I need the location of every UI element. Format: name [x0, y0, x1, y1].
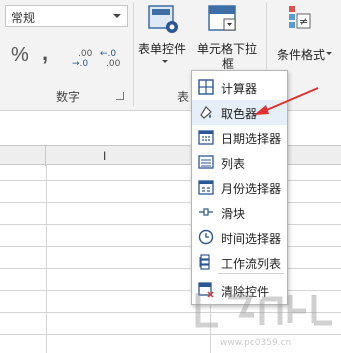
ribbon-separator [133, 2, 134, 106]
chevron-down-icon [113, 14, 121, 18]
number-dialog-launcher-icon[interactable] [116, 92, 124, 100]
workflow-list-icon [199, 254, 210, 270]
menu-item-label: 日期选择器 [221, 132, 282, 146]
comma-format-button[interactable]: , [42, 40, 48, 66]
menu-item-list[interactable]: 列表 [192, 150, 287, 175]
svg-text:→.0: →.0 [72, 59, 88, 69]
date-picker-icon [198, 130, 214, 145]
svg-text:www.pc0359.cn: www.pc0359.cn [220, 338, 291, 348]
conditional-format-icon: ≠ [289, 6, 311, 29]
time-picker-icon [198, 229, 214, 245]
grid-line [46, 165, 47, 353]
number-format-select[interactable]: 常规 [5, 5, 128, 27]
svg-text:←.0: ←.0 [100, 49, 116, 59]
menu-item-month-picker[interactable]: 月份选择器 [192, 175, 287, 200]
list-icon [198, 155, 214, 169]
increase-decimal-icon: .00 →.0 [72, 49, 93, 69]
grid-line [0, 180, 341, 181]
calculator-icon [198, 79, 214, 95]
menu-item-label: 时间选择器 [221, 232, 282, 246]
svg-text:.00: .00 [78, 49, 93, 59]
annotation-arrow-icon [254, 87, 319, 115]
menu-item-date-picker[interactable]: 日期选择器 [192, 125, 287, 150]
cell-dropdown-icon [208, 5, 236, 31]
menu-item-workflow-list[interactable]: 工作流列表 [192, 250, 287, 275]
grid-line [0, 224, 341, 225]
increase-decimal-button[interactable]: .00 →.0 [72, 47, 96, 69]
table-group-label: 表 [177, 90, 190, 104]
form-controls-icon [148, 5, 178, 33]
slider-icon [199, 208, 213, 216]
watermark-logo: www.pc0359.cn [195, 293, 332, 348]
month-picker-icon [198, 180, 214, 195]
menu-item-label: 月份选择器 [221, 182, 282, 196]
color-picker-icon [200, 106, 212, 119]
decrease-decimal-icon: ←.0 .00 [100, 49, 121, 69]
menu-item-time-picker[interactable]: 时间选择器 [192, 225, 287, 250]
conditional-format-label: 条件格式 [277, 48, 326, 62]
chevron-down-icon [326, 52, 332, 55]
chevron-down-icon [162, 60, 168, 63]
menu-separator [218, 273, 284, 274]
number-group-label: 数字 [56, 90, 81, 104]
column-header-cell[interactable] [0, 146, 46, 166]
menu-item-label: 工作流列表 [221, 257, 282, 271]
svg-text:≠: ≠ [299, 15, 308, 28]
form-controls-button[interactable]: 表单控件 [138, 2, 194, 82]
menu-item-label: 滑块 [221, 207, 246, 221]
column-label: I [103, 149, 107, 163]
column-header-row: I [0, 145, 341, 166]
column-header-i[interactable] [46, 146, 211, 166]
svg-text:.00: .00 [106, 59, 121, 69]
grid-line [0, 268, 341, 269]
grid-line [0, 246, 341, 247]
percent-format-button[interactable]: % [11, 44, 29, 67]
menu-item-slider[interactable]: 滑块 [192, 200, 287, 225]
grid-line [0, 202, 341, 203]
form-controls-label: 表单控件 [138, 42, 187, 56]
number-format-value: 常规 [11, 11, 36, 25]
menu-item-label: 列表 [221, 157, 246, 171]
decrease-decimal-button[interactable]: ←.0 .00 [100, 47, 126, 69]
